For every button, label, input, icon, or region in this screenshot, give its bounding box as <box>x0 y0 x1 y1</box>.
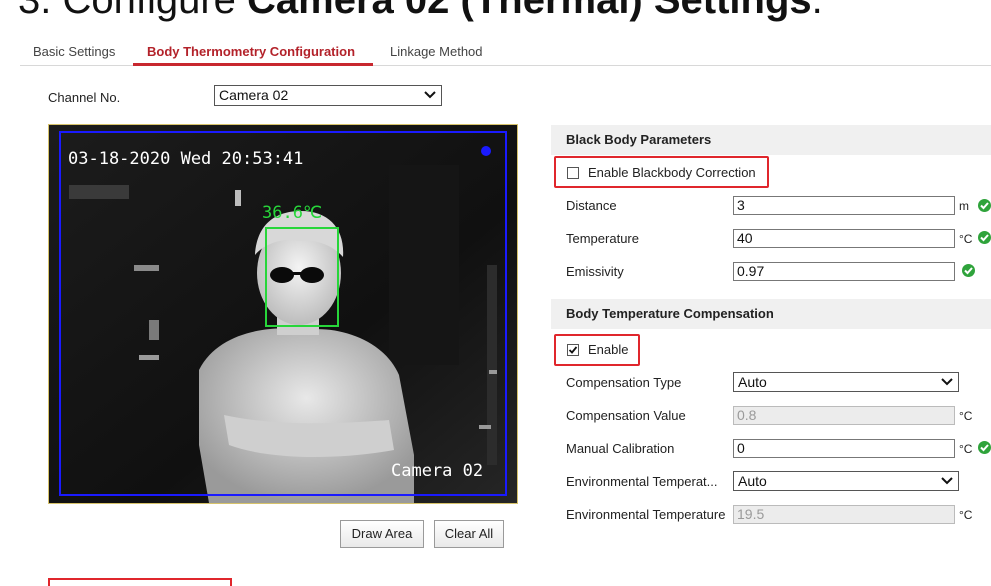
environmental-temperature-mode-label: Environmental Temperat... <box>566 474 718 489</box>
instruction-title: 3. Configure Camera 02 (Thermal) Setting… <box>18 0 823 23</box>
compensation-type-select[interactable]: Auto <box>733 372 959 392</box>
manual-calibration-input[interactable]: 0 <box>733 439 955 458</box>
check-ok-icon <box>978 199 991 212</box>
temperature-unit: °C <box>959 232 973 246</box>
distance-input[interactable]: 3 <box>733 196 955 215</box>
temperature-input[interactable]: 40 <box>733 229 955 248</box>
compensation-enable-label: Enable <box>588 342 629 357</box>
compensation-type-label: Compensation Type <box>566 375 682 390</box>
blackbody-section-header: Black Body Parameters <box>551 125 991 155</box>
detection-area-handle[interactable] <box>481 146 491 156</box>
tab-basic-settings[interactable]: Basic Settings <box>33 44 115 59</box>
blackbody-enable-checkbox[interactable] <box>567 167 579 179</box>
compensation-enable-checkbox[interactable] <box>567 344 579 356</box>
live-thermal-view[interactable]: 03-18-2020 Wed 20:53:41 36.6℃ Camera 02 <box>49 125 517 503</box>
settings-tab-bar: Basic Settings Body Thermometry Configur… <box>20 35 991 66</box>
check-ok-icon <box>978 441 991 454</box>
blackbody-enable-label: Enable Blackbody Correction <box>588 165 756 180</box>
compensation-value-input[interactable]: 0.8 <box>733 406 955 425</box>
compensation-section-header: Body Temperature Compensation <box>551 299 991 329</box>
video-timestamp: 03-18-2020 Wed 20:53:41 <box>68 149 304 169</box>
distance-unit: m <box>959 199 969 213</box>
compensation-value-label: Compensation Value <box>566 408 686 423</box>
draw-area-button[interactable]: Draw Area <box>340 520 424 548</box>
checkmark-icon <box>568 346 578 354</box>
clear-all-button[interactable]: Clear All <box>434 520 504 548</box>
face-temperature-label: 36.6℃ <box>262 203 323 223</box>
manual-calibration-unit: °C <box>959 442 973 456</box>
save-button-highlight <box>48 578 232 586</box>
channel-select[interactable]: Camera 02 <box>214 85 442 106</box>
face-detection-box <box>265 227 339 327</box>
instruction-title-bold: Camera 02 (Thermal) Settings <box>247 0 812 22</box>
distance-label: Distance <box>566 198 617 213</box>
channel-select-value: Camera 02 <box>219 87 289 103</box>
tab-body-thermometry-configuration[interactable]: Body Thermometry Configuration <box>147 44 355 59</box>
check-ok-icon <box>978 231 991 244</box>
check-ok-icon <box>962 264 975 277</box>
emissivity-label: Emissivity <box>566 264 624 279</box>
active-tab-indicator <box>133 63 373 66</box>
environmental-temperature-mode-value: Auto <box>738 473 767 489</box>
tab-linkage-method[interactable]: Linkage Method <box>390 44 483 59</box>
instruction-title-prefix: 3. Configure <box>18 0 248 22</box>
chevron-down-icon <box>940 472 954 490</box>
compensation-type-value: Auto <box>738 374 767 390</box>
compensation-value-unit: °C <box>959 409 973 423</box>
environmental-temperature-input[interactable]: 19.5 <box>733 505 955 524</box>
environmental-temperature-label: Environmental Temperature <box>566 507 726 522</box>
chevron-down-icon <box>940 373 954 391</box>
video-camera-name: Camera 02 <box>391 461 484 481</box>
emissivity-input[interactable]: 0.97 <box>733 262 955 281</box>
environmental-temperature-mode-select[interactable]: Auto <box>733 471 959 491</box>
temperature-label: Temperature <box>566 231 639 246</box>
environmental-temperature-unit: °C <box>959 508 973 522</box>
instruction-title-suffix: . <box>811 0 823 22</box>
channel-label: Channel No. <box>48 90 121 105</box>
chevron-down-icon <box>423 86 437 104</box>
manual-calibration-label: Manual Calibration <box>566 441 675 456</box>
